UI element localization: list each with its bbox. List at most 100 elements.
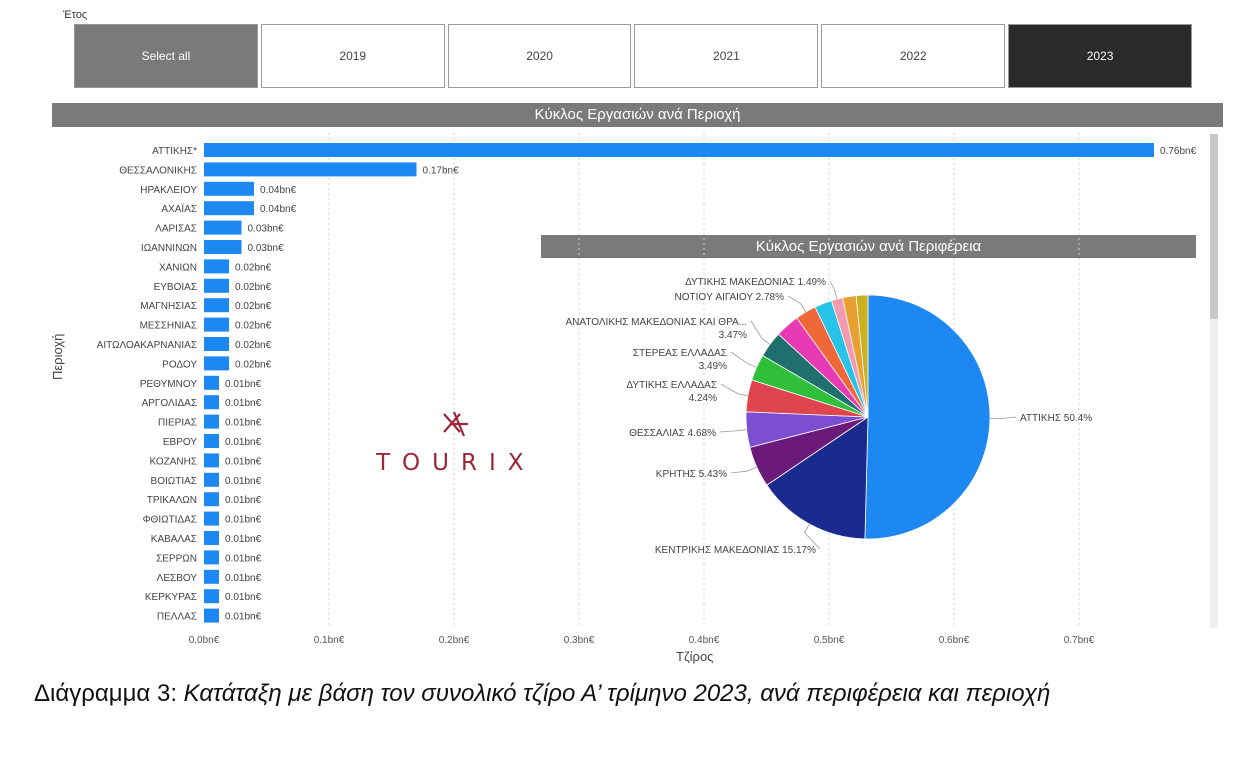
pie-slice-label: ΘΕΣΣΑΛΙΑΣ 4.68% [629,428,716,439]
bar-data-label: 0.01bn€ [225,573,262,584]
bar [204,317,229,332]
bar [204,531,219,545]
bar-data-label: 0.02bn€ [235,321,272,332]
bar [204,220,242,235]
pie-leader-line [719,429,747,433]
y-category-label: ΤΡΙΚΑΛΩΝ [147,495,197,506]
bar-data-label: 0.02bn€ [235,340,272,351]
x-tick-label: 0.4bn€ [689,635,720,646]
bar [204,414,219,429]
bar-data-label: 0.01bn€ [225,553,262,564]
bar [204,240,242,254]
pie-leader-line [989,416,1017,420]
scrollbar-thumb[interactable] [1210,134,1218,319]
pie-slice-label: ΚΡΗΤΗΣ 5.43% [656,469,727,480]
bar [204,472,219,487]
bar-data-label: 0.01bn€ [225,398,262,409]
y-category-label: ΙΩΑΝΝΙΝΩΝ [141,243,197,254]
bar-data-label: 0.01bn€ [225,612,262,623]
x-tick-label: 0.1bn€ [314,635,345,646]
bar [204,492,219,507]
bar-data-label: 0.01bn€ [225,456,262,467]
y-category-label: ΠΙΕΡΙΑΣ [158,418,197,429]
pie-slice-label: 4.24% [689,393,717,404]
bar [204,589,219,604]
pie-slice-label: ΣΤΕΡΕΑΣ ΕΛΛΑΔΑΣ [633,348,727,359]
bar [204,608,219,623]
y-category-label: ΚΑΒΑΛΑΣ [151,534,197,545]
pie-slice-label: NOTIOY ΑΙΓΑΙΟΥ 2.78% [675,292,785,303]
bar-data-label: 0.01bn€ [225,495,262,506]
bar-data-label: 0.76bn€ [1160,146,1197,157]
bar-data-label: 0.17bn€ [423,165,460,176]
bar-data-label: 0.02bn€ [235,301,272,312]
y-category-label: ΕΥΒΟΙΑΣ [154,282,197,293]
y-category-label: ΛΕΣΒΟΥ [157,573,198,584]
bar-data-label: 0.02bn€ [235,282,272,293]
bar [204,569,219,584]
x-tick-label: 0.5bn€ [814,635,845,646]
bar-data-label: 0.04bn€ [260,185,297,196]
pie-leader-line [750,320,771,345]
y-axis-title: Περιοχή [50,333,65,380]
chart-scrollbar[interactable] [1210,134,1218,628]
pie-leader-line [829,280,838,300]
bar-data-label: 0.01bn€ [225,437,262,448]
caption-prefix: Διάγραμμα 3: [34,680,184,707]
x-tick-label: 0.0bn€ [189,635,220,646]
x-tick-label: 0.6bn€ [939,635,970,646]
y-category-label: ΑΡΓΟΛΙΔΑΣ [142,398,197,409]
pie-slice-label: ΑΤΤΙΚΗΣ 50.4% [1020,413,1092,424]
pie-slice-label: ΔΥΤΙΚΗΣ ΜΑΚΕΔΟΝΙΑΣ 1.49% [685,277,826,288]
caption-text: Κατάταξη με βάση τον συνολικό τζίρο Α’ τ… [183,680,1051,707]
y-category-label: ΗΡΑΚΛΕΙΟΥ [140,185,197,196]
bar [204,278,229,293]
bar [204,298,229,313]
x-tick-label: 0.7bn€ [1064,635,1095,646]
pie-slice-label: 3.49% [699,361,727,372]
bar-data-label: 0.02bn€ [235,359,272,370]
pie-slice-label: ΑΝΑΤΟΛΙΚΗΣ ΜΑΚΕΔΟΝΙΑΣ ΚΑΙ ΘΡΑ... [566,317,747,328]
y-category-label: ΦΘΙΩΤΙΔΑΣ [143,515,197,526]
tourix-logo: TOURIX [376,408,540,478]
figure-caption: Διάγραμμα 3: Κατάταξη με βάση τον συνολι… [34,676,1224,712]
bar [204,181,254,196]
bar-data-label: 0.01bn€ [225,379,262,390]
y-category-label: ΘΕΣΣΑΛΟΝΙΚΗΣ [119,165,197,176]
y-category-label: ΑΤΤΙΚΗΣ* [152,146,197,157]
pie-slice-label: ΔΥΤΙΚΗΣ ΕΛΛΑΔΑΣ [626,380,717,391]
bar [204,143,1154,157]
pie-leader-line [730,466,757,474]
y-category-label: ΠΕΛΛΑΣ [157,612,197,623]
y-category-label: ΣΕΡΡΩΝ [156,553,197,564]
bar-data-label: 0.02bn€ [235,262,272,273]
bar-data-label: 0.01bn€ [225,592,262,603]
bar [204,375,219,390]
pie-leader-line [730,351,757,368]
y-category-label: ΑΙΤΩΛΟΑΚΑΡΝΑΝΙΑΣ [97,340,197,351]
bar-data-label: 0.01bn€ [225,515,262,526]
pie-leader-line [720,383,748,397]
y-category-label: ΧΑΝΙΩΝ [159,262,197,273]
y-category-label: ΑΧΑΪΑΣ [161,203,197,215]
bar [204,395,219,410]
y-category-label: ΚΟΖΑΝΗΣ [149,456,197,467]
bar-data-label: 0.01bn€ [225,418,262,429]
pie-leader-line [787,295,807,313]
bar [204,550,219,565]
x-tick-label: 0.3bn€ [564,635,595,646]
pie-slice [864,294,991,540]
y-category-label: ΜΕΣΣΗΝΙΑΣ [140,321,197,332]
bar [204,434,219,448]
bar-data-label: 0.04bn€ [260,204,297,215]
bar [204,453,219,468]
bar-data-label: 0.03bn€ [248,243,285,254]
bar-data-label: 0.01bn€ [225,476,262,487]
x-axis-title: Τζίρος [676,649,714,664]
y-category-label: ΚΕΡΚΥΡΑΣ [145,592,197,603]
bar [204,511,219,526]
bar-data-label: 0.03bn€ [248,224,285,235]
bar [204,162,417,177]
x-tick-label: 0.2bn€ [439,635,470,646]
bar [204,337,229,351]
